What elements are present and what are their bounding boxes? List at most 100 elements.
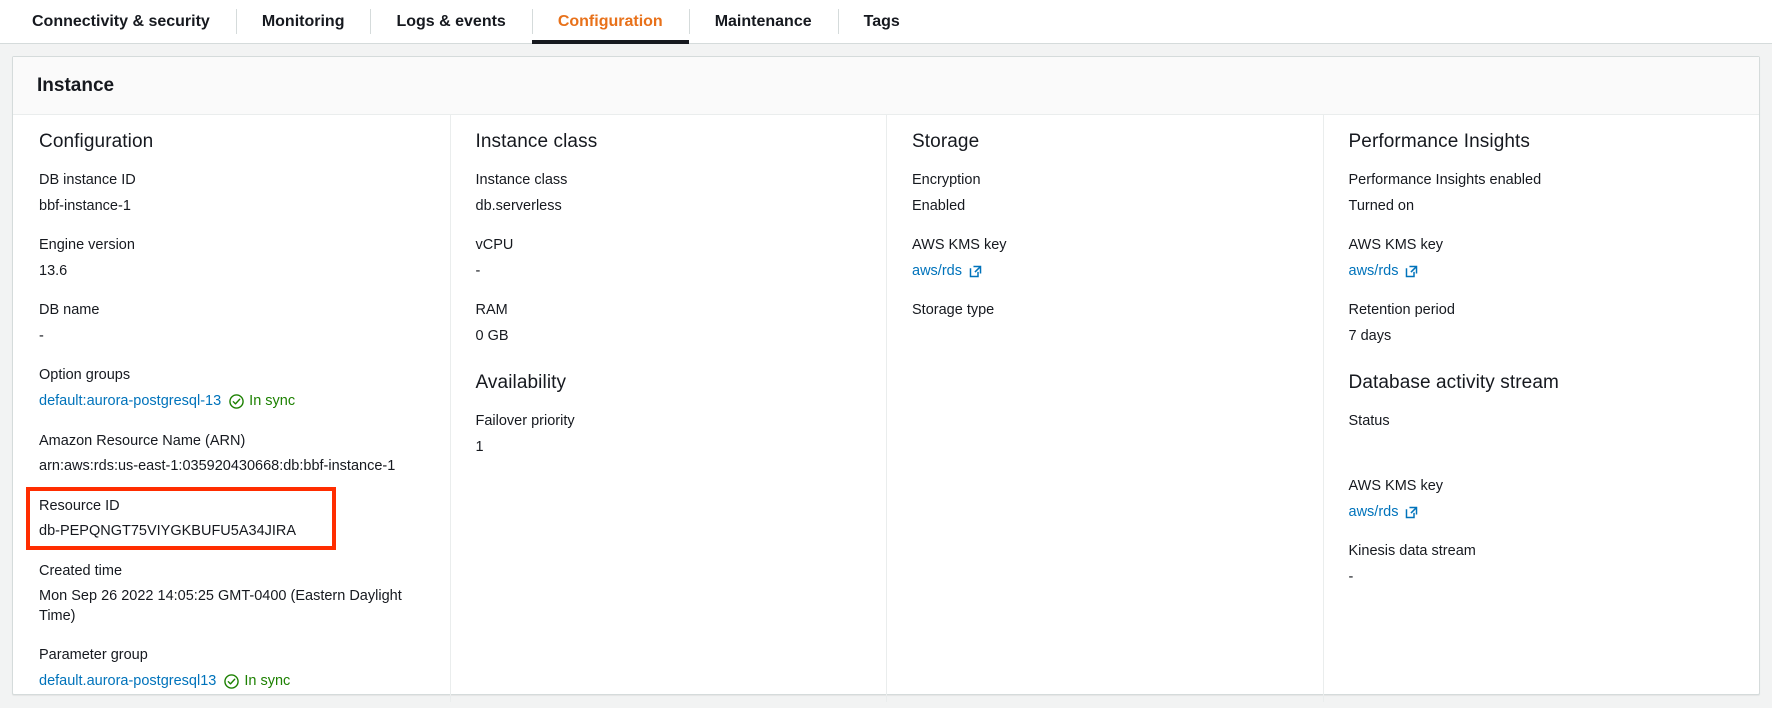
section-heading-instance-class: Instance class	[476, 131, 861, 153]
parameter-group-link[interactable]: default.aurora-postgresql13	[39, 672, 216, 692]
field-label: Storage type	[912, 301, 1297, 321]
field-label: Option groups	[39, 366, 424, 386]
tab-monitoring[interactable]: Monitoring	[236, 0, 371, 43]
field-value: Turned on	[1349, 197, 1734, 217]
field-label: Created time	[39, 562, 424, 582]
field-label: Encryption	[912, 171, 1297, 191]
panel-wrapper: Instance Configuration DB instance ID bb…	[0, 44, 1772, 708]
check-circle-icon	[229, 394, 244, 409]
field-label: Parameter group	[39, 646, 424, 666]
field-value: Mon Sep 26 2022 14:05:25 GMT-0400 (Easte…	[39, 587, 424, 626]
section-heading-performance-insights: Performance Insights	[1349, 131, 1734, 153]
field-option-groups: Option groups default:aurora-postgresql-…	[39, 366, 424, 411]
field-label: Resource ID	[39, 497, 424, 517]
field-db-instance-id: DB instance ID bbf-instance-1	[39, 171, 424, 216]
section-heading-database-activity-stream: Database activity stream	[1349, 372, 1734, 394]
page-title: Instance	[37, 75, 114, 97]
field-pi-kms-key: AWS KMS key aws/rds	[1349, 236, 1734, 281]
details-columns: Configuration DB instance ID bbf-instanc…	[13, 115, 1759, 694]
instance-panel: Instance Configuration DB instance ID bb…	[12, 56, 1760, 695]
field-db-name: DB name -	[39, 301, 424, 346]
field-value: 0 GB	[476, 327, 861, 347]
kms-key-link[interactable]: aws/rds	[912, 262, 962, 282]
field-label: Status	[1349, 412, 1734, 432]
field-value: bbf-instance-1	[39, 197, 424, 217]
tab-label: Logs & events	[396, 13, 505, 31]
field-label: RAM	[476, 301, 861, 321]
field-value	[1349, 438, 1734, 457]
field-label: Retention period	[1349, 301, 1734, 321]
tab-configuration[interactable]: Configuration	[532, 0, 689, 43]
field-label: Failover priority	[476, 412, 861, 432]
tab-logs-and-events[interactable]: Logs & events	[370, 0, 531, 43]
field-value: db.serverless	[476, 197, 861, 217]
column-instance-class: Instance class Instance class db.serverl…	[450, 131, 887, 694]
kms-key-link[interactable]: aws/rds	[1349, 503, 1399, 523]
status-badge-in-sync: In sync	[224, 672, 290, 692]
field-value: aws/rds	[1349, 503, 1734, 523]
field-value: 7 days	[1349, 327, 1734, 347]
tab-label: Connectivity & security	[32, 13, 210, 31]
field-label: Engine version	[39, 236, 424, 256]
field-value: -	[476, 262, 861, 282]
field-das-kms-key: AWS KMS key aws/rds	[1349, 477, 1734, 522]
section-heading-configuration: Configuration	[39, 131, 424, 153]
field-engine-version: Engine version 13.6	[39, 236, 424, 281]
field-value: Enabled	[912, 197, 1297, 217]
field-label: Performance Insights enabled	[1349, 171, 1734, 191]
tab-label: Tags	[864, 13, 900, 31]
field-performance-insights-enabled: Performance Insights enabled Turned on	[1349, 171, 1734, 216]
option-group-link[interactable]: default:aurora-postgresql-13	[39, 392, 221, 412]
tab-connectivity-and-security[interactable]: Connectivity & security	[6, 0, 236, 43]
field-storage-type: Storage type	[912, 301, 1297, 346]
field-label: Kinesis data stream	[1349, 542, 1734, 562]
kms-key-link[interactable]: aws/rds	[1349, 262, 1399, 282]
check-circle-icon	[224, 674, 239, 689]
field-label: Instance class	[476, 171, 861, 191]
field-storage-kms-key: AWS KMS key aws/rds	[912, 236, 1297, 281]
field-das-status: Status	[1349, 412, 1734, 457]
external-link-icon[interactable]	[1405, 506, 1418, 519]
field-value: -	[39, 327, 424, 347]
field-value: aws/rds	[1349, 262, 1734, 282]
field-created-time: Created time Mon Sep 26 2022 14:05:25 GM…	[39, 562, 424, 627]
tab-label: Maintenance	[715, 13, 812, 31]
field-label: vCPU	[476, 236, 861, 256]
field-instance-class: Instance class db.serverless	[476, 171, 861, 216]
external-link-icon[interactable]	[969, 265, 982, 278]
field-label: Amazon Resource Name (ARN)	[39, 432, 424, 452]
section-heading-storage: Storage	[912, 131, 1297, 153]
panel-header: Instance	[13, 57, 1759, 115]
field-arn: Amazon Resource Name (ARN) arn:aws:rds:u…	[39, 432, 424, 477]
field-value	[912, 327, 1297, 346]
tab-bar: Connectivity & security Monitoring Logs …	[0, 0, 1772, 44]
field-retention-period: Retention period 7 days	[1349, 301, 1734, 346]
external-link-icon[interactable]	[1405, 265, 1418, 278]
column-storage: Storage Encryption Enabled AWS KMS key a…	[886, 131, 1323, 694]
field-value: default:aurora-postgresql-13 In sync	[39, 392, 424, 412]
field-value: db-PEPQNGT75VIYGKBUFU5A34JIRA	[39, 522, 424, 542]
tab-label: Configuration	[558, 13, 663, 31]
section-heading-availability: Availability	[476, 372, 861, 394]
field-label: AWS KMS key	[1349, 477, 1734, 497]
tab-tags[interactable]: Tags	[838, 0, 926, 43]
field-value: default.aurora-postgresql13 In sync	[39, 672, 424, 692]
field-ram: RAM 0 GB	[476, 301, 861, 346]
field-value: 1	[476, 438, 861, 458]
field-label: DB instance ID	[39, 171, 424, 191]
status-label: In sync	[244, 672, 290, 692]
field-resource-id: Resource ID db-PEPQNGT75VIYGKBUFU5A34JIR…	[39, 497, 424, 542]
column-configuration: Configuration DB instance ID bbf-instanc…	[13, 131, 450, 694]
tab-maintenance[interactable]: Maintenance	[689, 0, 838, 43]
status-label: In sync	[249, 392, 295, 412]
field-label: AWS KMS key	[1349, 236, 1734, 256]
field-kinesis-data-stream: Kinesis data stream -	[1349, 542, 1734, 587]
field-value: aws/rds	[912, 262, 1297, 282]
field-encryption: Encryption Enabled	[912, 171, 1297, 216]
field-parameter-group: Parameter group default.aurora-postgresq…	[39, 646, 424, 691]
field-value: 13.6	[39, 262, 424, 282]
field-vcpu: vCPU -	[476, 236, 861, 281]
column-performance-insights: Performance Insights Performance Insight…	[1323, 131, 1760, 694]
field-value: arn:aws:rds:us-east-1:035920430668:db:bb…	[39, 457, 424, 477]
field-failover-priority: Failover priority 1	[476, 412, 861, 457]
